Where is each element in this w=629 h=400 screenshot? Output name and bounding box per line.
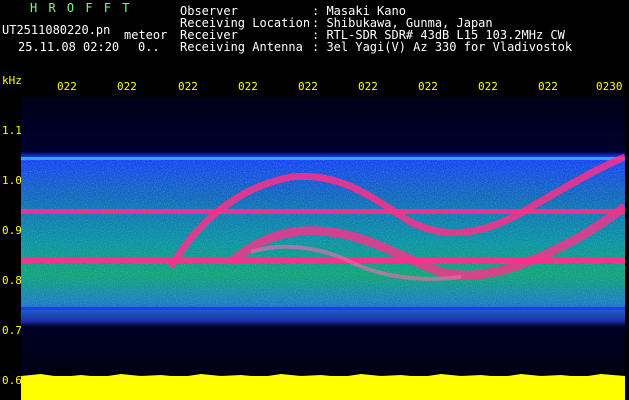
datetime-label: 25.11.08 02:20 xyxy=(18,40,120,54)
level-meter-fill xyxy=(21,376,625,400)
freq-label-1-1: 1.1 xyxy=(2,124,22,137)
filename-label: UT2511080220.pn xyxy=(2,23,111,37)
spectrogram xyxy=(21,97,625,384)
carrier-line-bottom xyxy=(21,307,625,310)
freq-label-1-0: 1.0 xyxy=(2,174,22,187)
time-label: 022 xyxy=(178,80,198,93)
time-label: 022 xyxy=(478,80,498,93)
freq-label-0-8: 0.8 xyxy=(2,274,22,287)
time-label: 022 xyxy=(358,80,378,93)
program-title: H R O F F T xyxy=(30,1,132,15)
carrier-line-top xyxy=(21,157,625,160)
time-label: 022 xyxy=(418,80,438,93)
time-label: 022 xyxy=(298,80,318,93)
time-label: 022 xyxy=(238,80,258,93)
level-meter-edge xyxy=(21,374,625,378)
antenna-label: Receiving Antenna xyxy=(180,40,303,54)
time-label: 0230 xyxy=(596,80,623,93)
carrier-line-upper xyxy=(21,209,625,214)
counter-label: 0.. xyxy=(138,40,160,54)
time-label: 022 xyxy=(538,80,558,93)
freq-label-0-9: 0.9 xyxy=(2,224,22,237)
freq-label-0-6: 0.6 xyxy=(2,374,22,387)
antenna-value: : 3el Yagi(V) Az 330 for Vladivostok xyxy=(312,40,573,54)
level-meter xyxy=(21,374,625,400)
time-label: 022 xyxy=(117,80,137,93)
freq-label-0-7: 0.7 xyxy=(2,324,22,337)
freq-unit-label: kHz xyxy=(2,74,22,87)
time-label: 022 xyxy=(57,80,77,93)
